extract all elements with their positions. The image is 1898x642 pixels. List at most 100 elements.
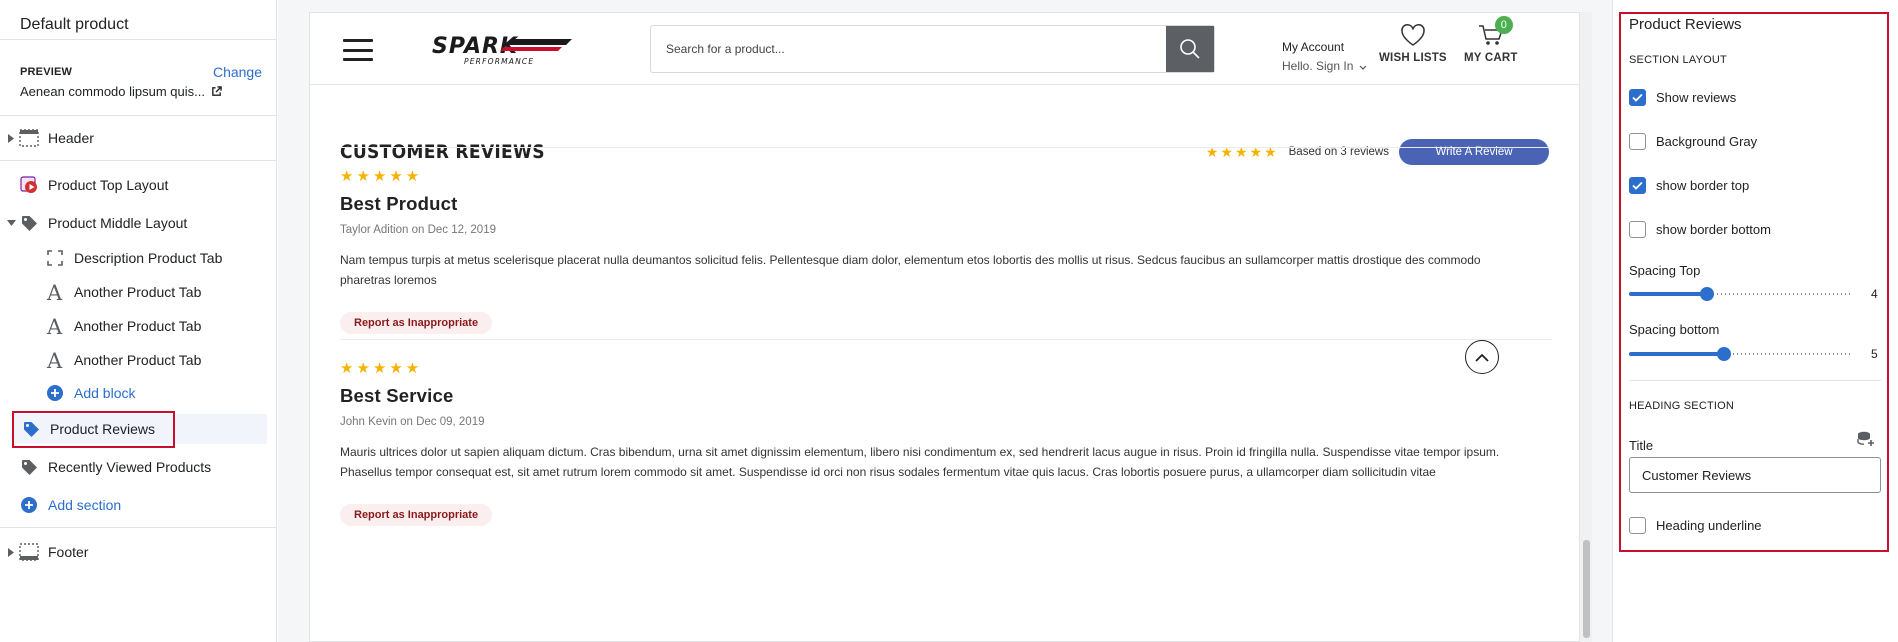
review-body: Nam tempus turpis at metus scelerisque p…	[340, 253, 1481, 287]
spacing-top-label: Spacing Top	[1629, 263, 1701, 278]
preview-product[interactable]: Aenean commodo lipsum quis...	[20, 84, 222, 99]
report-inappropriate-button[interactable]: Report as Inappropriate	[340, 504, 493, 526]
tree-item-label: Another Product Tab	[74, 352, 202, 368]
checkbox-label: show border bottom	[1656, 222, 1771, 237]
header-section-icon	[18, 127, 40, 149]
section-header[interactable]: Header	[0, 123, 277, 153]
chevron-down-icon	[1359, 57, 1367, 76]
template-title: Default product	[20, 16, 129, 33]
dynamic-source-icon[interactable]	[1857, 431, 1875, 450]
block-another-product-tab[interactable]: A Another Product Tab	[0, 345, 277, 375]
search-icon	[1180, 39, 1200, 59]
section-product-top-layout[interactable]: Product Top Layout	[0, 170, 277, 200]
spacing-bottom-label: Spacing bottom	[1629, 322, 1720, 337]
review-item: ★★★★★ Best Product Taylor Adition on Dec…	[340, 167, 1552, 334]
caret-right-icon[interactable]	[6, 547, 16, 557]
add-block-button[interactable]: Add block	[0, 378, 277, 408]
tree-item-label: Product Middle Layout	[48, 215, 188, 231]
text-block-icon: A	[44, 349, 66, 371]
checkbox-checked-icon[interactable]	[1629, 89, 1646, 106]
checkbox-label: Heading underline	[1656, 518, 1762, 533]
scrollbar-thumb[interactable]	[1583, 540, 1590, 638]
product-top-layout-icon	[18, 174, 40, 196]
store-search-input[interactable]	[651, 26, 1166, 72]
review-item: ★★★★★ Best Service John Kevin on Dec 09,…	[340, 359, 1552, 526]
tree-item-label: Header	[48, 130, 94, 146]
external-link-icon[interactable]	[211, 86, 222, 97]
settings-panel: Product Reviews SECTION LAYOUT Show revi…	[1612, 0, 1898, 642]
heart-icon	[1401, 23, 1425, 46]
account-signin: Hello. Sign In	[1282, 59, 1354, 73]
show-border-top-checkbox[interactable]: show border top	[1629, 177, 1749, 194]
change-preview-link[interactable]: Change	[213, 64, 262, 80]
heading-underline-checkbox[interactable]: Heading underline	[1629, 517, 1762, 534]
title-field-label: Title	[1629, 438, 1654, 453]
divider	[0, 39, 277, 40]
divider	[0, 527, 277, 528]
svg-text:A: A	[46, 282, 63, 302]
preview-scrollbar[interactable]	[1580, 12, 1592, 642]
hamburger-menu-icon[interactable]	[343, 39, 373, 61]
spark-performance-logo[interactable]: SPARK PERFORMANCE	[428, 33, 584, 67]
tag-icon	[18, 456, 40, 478]
slider-thumb[interactable]	[1717, 347, 1731, 361]
footer-section-icon	[18, 541, 40, 563]
slider-thumb[interactable]	[1700, 287, 1714, 301]
text-block-icon: A	[44, 281, 66, 303]
divider	[340, 147, 1552, 148]
section-product-middle-layout[interactable]: Product Middle Layout	[0, 208, 277, 238]
divider	[1629, 380, 1881, 381]
my-account[interactable]: My Account Hello. Sign In	[1282, 38, 1367, 76]
scroll-to-top-button[interactable]	[1465, 340, 1499, 374]
block-another-product-tab[interactable]: A Another Product Tab	[0, 311, 277, 341]
block-description-product-tab[interactable]: Description Product Tab	[0, 243, 277, 273]
tree-item-label: Another Product Tab	[74, 318, 202, 334]
divider	[340, 339, 1552, 340]
store-preview-frame: SPARK PERFORMANCE My Account Hello. Sign…	[309, 12, 1580, 642]
spacing-bottom-slider[interactable]	[1629, 346, 1851, 362]
write-review-button[interactable]: Write A Review	[1399, 139, 1549, 165]
section-layout-heading: SECTION LAYOUT	[1629, 54, 1727, 66]
section-recently-viewed-products[interactable]: Recently Viewed Products	[0, 452, 277, 482]
heading-section-heading: HEADING SECTION	[1629, 400, 1735, 412]
checkbox-unchecked-icon[interactable]	[1629, 133, 1646, 150]
add-section-button[interactable]: Add section	[0, 490, 277, 520]
checkbox-label: show border top	[1656, 178, 1750, 193]
review-title: Best Service	[340, 385, 454, 406]
reviews-heading: CUSTOMER REVIEWS	[340, 141, 545, 163]
show-border-bottom-checkbox[interactable]: show border bottom	[1629, 221, 1771, 238]
checkbox-unchecked-icon[interactable]	[1629, 517, 1646, 534]
cart-label: MY CART	[1464, 52, 1518, 64]
wishlist-label: WISH LISTS	[1379, 52, 1447, 64]
preview-product-name: Aenean commodo lipsum quis...	[20, 84, 205, 99]
block-another-product-tab[interactable]: A Another Product Tab	[0, 277, 277, 307]
divider	[0, 160, 277, 161]
review-meta: Taylor Adition on Dec 12, 2019	[340, 224, 496, 236]
reviews-summary: ★★★★★ Based on 3 reviews Write A Review	[1206, 139, 1549, 165]
my-cart[interactable]: 0 MY CART	[1464, 16, 1518, 64]
svg-text:A: A	[46, 316, 63, 336]
divider	[0, 115, 277, 116]
checkbox-checked-icon[interactable]	[1629, 177, 1646, 194]
spacing-top-slider[interactable]	[1629, 286, 1851, 302]
tree-item-label: Recently Viewed Products	[48, 459, 212, 475]
title-text-field[interactable]	[1629, 457, 1881, 493]
caret-right-icon[interactable]	[6, 133, 16, 143]
show-reviews-checkbox[interactable]: Show reviews	[1629, 89, 1736, 106]
wish-lists[interactable]: WISH LISTS	[1379, 23, 1447, 64]
background-gray-checkbox[interactable]: Background Gray	[1629, 133, 1757, 150]
caret-down-icon[interactable]	[6, 220, 16, 226]
plus-circle-icon	[18, 494, 40, 516]
review-title: Best Product	[340, 193, 458, 214]
checkbox-unchecked-icon[interactable]	[1629, 221, 1646, 238]
search-button[interactable]	[1166, 26, 1214, 72]
chevron-up-icon	[1475, 353, 1489, 362]
report-inappropriate-button[interactable]: Report as Inappropriate	[340, 312, 493, 334]
svg-text:SPARK: SPARK	[432, 34, 519, 59]
tree-item-label: Add block	[74, 385, 136, 401]
plus-circle-icon	[44, 382, 66, 404]
account-title: My Account	[1282, 40, 1345, 54]
preview-canvas: SPARK PERFORMANCE My Account Hello. Sign…	[278, 0, 1612, 642]
section-footer[interactable]: Footer	[0, 537, 277, 567]
review-stars: ★★★★★	[340, 360, 423, 377]
